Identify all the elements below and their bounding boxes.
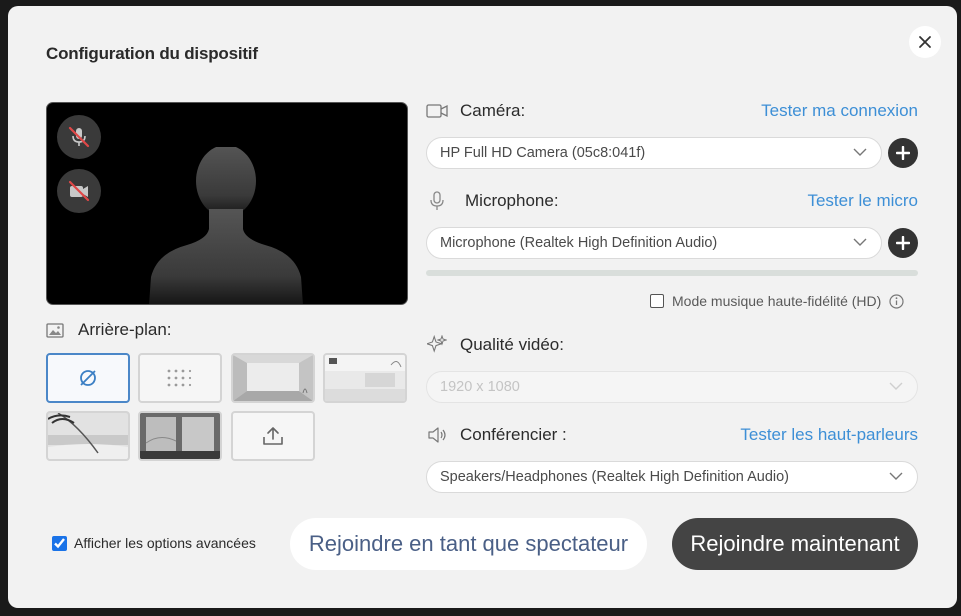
chevron-down-icon <box>889 382 903 390</box>
background-option-office[interactable] <box>323 353 407 403</box>
hd-mode-checkbox[interactable] <box>650 294 664 308</box>
microphone-select-value: Microphone (Realtek High Definition Audi… <box>440 235 718 251</box>
close-button[interactable] <box>909 26 941 58</box>
microphone-level-meter <box>426 270 918 276</box>
advanced-options[interactable]: Afficher les options avancées <box>52 535 256 551</box>
dialog-title: Configuration du dispositif <box>46 44 258 63</box>
advanced-options-label: Afficher les options avancées <box>74 535 256 551</box>
upload-icon <box>263 427 283 445</box>
microphone-icon <box>430 191 444 210</box>
speaker-label: Conférencier : <box>460 425 567 444</box>
background-option-empty-room[interactable] <box>231 353 315 403</box>
empty-room-thumbnail <box>233 355 313 401</box>
camera-select-value: HP Full HD Camera (05c8:041f) <box>440 145 646 161</box>
hd-mode-label: Mode musique haute-fidélité (HD) <box>672 293 882 309</box>
sparkle-icon <box>427 335 447 353</box>
chevron-down-icon <box>889 472 903 480</box>
camera-toggle-button[interactable] <box>57 169 101 213</box>
background-option-window-view[interactable] <box>138 411 222 461</box>
speaker-icon <box>428 427 446 443</box>
chevron-down-icon <box>853 148 867 156</box>
plus-icon <box>896 146 910 160</box>
info-icon[interactable] <box>889 293 904 309</box>
no-background-icon <box>80 370 96 386</box>
video-quality-label-row: Qualité vidéo: <box>426 335 564 355</box>
background-upload-button[interactable] <box>231 411 315 461</box>
video-camera-icon <box>426 104 448 118</box>
background-label: Arrière-plan: <box>78 320 172 339</box>
video-quality-label: Qualité vidéo: <box>460 335 564 354</box>
blur-icon <box>167 369 192 387</box>
mic-toggle-button[interactable] <box>57 115 101 159</box>
microphone-label-row: Microphone: <box>426 191 559 211</box>
camera-off-icon <box>68 180 90 202</box>
background-option-beach[interactable] <box>46 411 130 461</box>
speaker-select-value: Speakers/Headphones (Realtek High Defini… <box>440 469 790 485</box>
background-label-row: Arrière-plan: <box>46 320 172 340</box>
advanced-options-checkbox[interactable] <box>52 535 67 551</box>
video-quality-select[interactable]: 1920 x 1080 <box>426 371 918 403</box>
add-microphone-button[interactable] <box>888 228 918 258</box>
background-option-none[interactable] <box>46 353 130 403</box>
test-speakers-link[interactable]: Tester les haut-parleurs <box>688 425 918 445</box>
camera-select[interactable]: HP Full HD Camera (05c8:041f) <box>426 137 882 169</box>
image-icon <box>46 322 64 338</box>
window-view-thumbnail <box>140 413 220 459</box>
add-camera-button[interactable] <box>888 138 918 168</box>
join-now-button[interactable]: Rejoindre maintenant <box>672 518 918 570</box>
beach-thumbnail <box>48 413 128 459</box>
person-silhouette <box>149 147 303 304</box>
video-quality-value: 1920 x 1080 <box>440 379 520 395</box>
background-option-blur[interactable] <box>138 353 222 403</box>
chevron-down-icon <box>853 238 867 246</box>
mic-muted-icon <box>68 126 90 148</box>
close-icon <box>919 36 931 48</box>
test-connection-link[interactable]: Tester ma connexion <box>708 101 918 121</box>
microphone-label: Microphone: <box>465 191 559 210</box>
test-microphone-link[interactable]: Tester le micro <box>708 191 918 211</box>
microphone-select[interactable]: Microphone (Realtek High Definition Audi… <box>426 227 882 259</box>
speaker-label-row: Conférencier : <box>426 425 567 445</box>
device-config-dialog: Configuration du dispositif Arrière-plan… <box>8 6 957 608</box>
plus-icon <box>896 236 910 250</box>
camera-label: Caméra: <box>460 101 526 120</box>
speaker-select[interactable]: Speakers/Headphones (Realtek High Defini… <box>426 461 918 493</box>
video-preview <box>46 102 408 305</box>
hd-music-mode[interactable]: Mode musique haute-fidélité (HD) <box>650 293 904 309</box>
camera-label-row: Caméra: <box>426 101 525 121</box>
join-as-spectator-button[interactable]: Rejoindre en tant que spectateur <box>290 518 647 570</box>
office-thumbnail <box>325 355 405 401</box>
